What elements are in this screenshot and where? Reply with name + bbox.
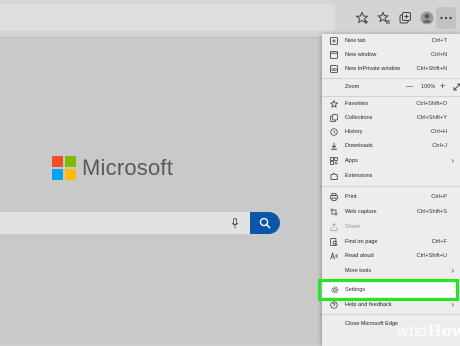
menu-item-label: Help and feedback [345, 302, 392, 308]
menu-divider [322, 314, 460, 315]
menu-item-shortcut: Ctrl+H [430, 129, 447, 135]
share-icon [330, 223, 338, 231]
menu-item-shortcut: Ctrl+F [431, 239, 447, 245]
fullscreen-icon[interactable] [453, 83, 460, 91]
menu-item-shortcut: Ctrl+J [432, 143, 447, 149]
menu-item-shortcut: Ctrl+T [431, 38, 447, 44]
favorites-icon[interactable] [377, 11, 391, 25]
chevron-right-icon: › [451, 266, 454, 275]
menu-item-shortcut: Ctrl+P [431, 194, 447, 200]
zoom-level: 100% [421, 84, 436, 90]
menu-item-new-inprivate-window[interactable]: New InPrivate window Ctrl+Shift+N [322, 62, 460, 76]
wikihow-watermark: wikiHow [396, 322, 460, 340]
favorites-icon [330, 100, 338, 108]
history-icon [330, 128, 338, 136]
watermark-how: How [427, 322, 460, 340]
menu-item-label: Downloads [345, 143, 373, 149]
menu-item-new-window[interactable]: New window Ctrl+N [322, 48, 460, 62]
menu-item-shortcut: Ctrl+Shift+U [416, 253, 447, 259]
add-to-favorites-icon[interactable] [355, 11, 369, 25]
menu-item-label: Zoom [345, 84, 360, 90]
menu-item-favorites[interactable]: Favorites Ctrl+Shift+O [322, 97, 460, 111]
chevron-right-icon: › [451, 300, 454, 309]
browser-window: Microsoft New tab Ctrl+T New window Ctrl… [0, 0, 460, 346]
menu-item-read-aloud[interactable]: Read aloud Ctrl+Shift+U [322, 249, 460, 263]
chevron-right-icon: › [451, 156, 454, 165]
menu-item-label: Extensions [345, 173, 373, 179]
menu-item-shortcut: Ctrl+N [430, 52, 447, 58]
menu-item-web-capture[interactable]: Web capture Ctrl+Shift+S [322, 205, 460, 219]
menu-item-label: Web capture [345, 209, 377, 215]
address-bar[interactable] [0, 4, 335, 31]
apps-icon [330, 157, 338, 165]
microsoft-wordmark: Microsoft [82, 155, 174, 180]
zoom-out-button[interactable]: — [406, 83, 413, 90]
menu-item-label: Print [345, 194, 357, 200]
new-window-icon [330, 51, 338, 59]
menu-item-shortcut: Ctrl+Shift+S [416, 209, 447, 215]
find-icon [330, 238, 338, 246]
menu-item-shortcut: Ctrl+Shift+O [416, 101, 447, 107]
extensions-icon [330, 173, 338, 180]
watermark-wiki: wiki [396, 322, 428, 340]
menu-item-apps[interactable]: Apps › [322, 154, 460, 168]
menu-item-label: Favorites [345, 101, 369, 107]
search-button[interactable] [250, 212, 280, 234]
collections-icon [330, 114, 338, 122]
search-icon [259, 217, 271, 229]
menu-item-label: Share [345, 224, 360, 230]
inprivate-icon [330, 65, 338, 73]
menu-item-label: Find on page [345, 239, 378, 245]
menu-item-label: New InPrivate window [345, 66, 401, 72]
profile-icon[interactable] [420, 11, 434, 25]
menu-divider [322, 186, 460, 187]
menu-item-collections[interactable]: Collections Ctrl+Shift+Y [322, 111, 460, 125]
menu-item-label: More tools [345, 268, 372, 274]
web-capture-icon [330, 208, 338, 216]
menu-item-history[interactable]: History Ctrl+H [322, 125, 460, 139]
microphone-icon[interactable] [231, 218, 239, 229]
menu-item-share: Share [322, 220, 460, 234]
download-icon [331, 142, 337, 150]
microsoft-logo-icon [52, 156, 76, 180]
menu-item-find-on-page[interactable]: Find on page Ctrl+F [322, 235, 460, 249]
menu-item-label: Read aloud [345, 253, 374, 259]
menu-item-extensions[interactable]: Extensions [322, 169, 460, 183]
menu-item-print[interactable]: Print Ctrl+P [322, 190, 460, 204]
help-icon [330, 301, 338, 309]
menu-item-label: Apps [345, 158, 358, 164]
menu-item-help-and-feedback[interactable]: Help and feedback › [322, 298, 460, 312]
menu-item-downloads[interactable]: Downloads Ctrl+J [322, 139, 460, 153]
collections-icon[interactable] [398, 11, 412, 25]
browser-toolbar [0, 0, 460, 37]
menu-item-label: New window [345, 52, 377, 58]
zoom-in-button[interactable]: + [440, 81, 445, 91]
menu-divider [322, 78, 460, 79]
menu-item-new-tab[interactable]: New tab Ctrl+T [322, 34, 460, 48]
menu-item-label: History [345, 129, 363, 135]
menu-item-label: Collections [345, 115, 373, 121]
more-options-button[interactable] [436, 7, 456, 29]
menu-item-shortcut: Ctrl+Shift+Y [416, 115, 447, 121]
menu-item-more-tools[interactable]: More tools › [322, 264, 460, 278]
more-options-icon [440, 16, 452, 20]
menu-item-label: New tab [345, 38, 366, 44]
menu-item-shortcut: Ctrl+Shift+N [416, 66, 447, 72]
print-icon [330, 193, 338, 201]
menu-item-zoom: Zoom — 100% + [322, 80, 460, 94]
new-tab-icon [330, 37, 338, 45]
read-aloud-icon [330, 252, 338, 260]
menu-item-label: Close Microsoft Edge [345, 321, 399, 327]
